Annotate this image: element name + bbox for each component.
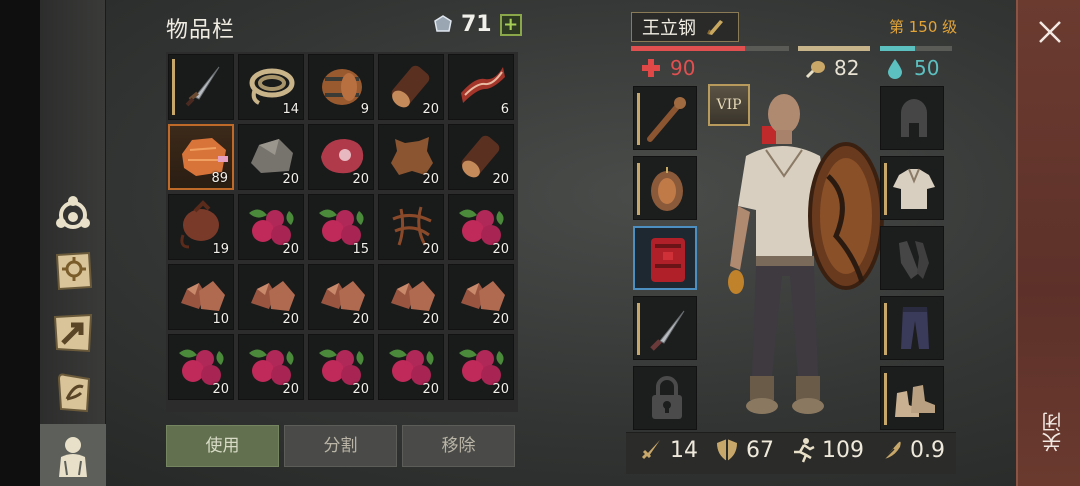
- food-bar: [798, 46, 870, 51]
- water-drop-icon: [888, 59, 902, 79]
- screen-edge: [0, 0, 40, 486]
- food-value: 82: [834, 56, 860, 80]
- equip-slot-legs[interactable]: [880, 296, 944, 360]
- recipes-book-icon[interactable]: [48, 246, 98, 296]
- inventory-slot[interactable]: 20: [308, 124, 374, 190]
- speed-stat: 109: [790, 437, 864, 463]
- inventory-slot[interactable]: 20: [308, 264, 374, 330]
- inventory-slot[interactable]: 20: [238, 194, 304, 260]
- amulet-icon: [651, 167, 683, 211]
- food-drumstick-icon: [805, 61, 825, 79]
- inventory-slot[interactable]: 14: [238, 54, 304, 120]
- defense-stat: 67: [714, 437, 774, 463]
- club-icon: [647, 97, 686, 142]
- equip-slot-offhand[interactable]: [633, 296, 697, 360]
- currency-display: 71 +: [433, 12, 522, 37]
- defense-shield-icon: [717, 439, 737, 461]
- inventory-slot[interactable]: 20: [448, 334, 514, 400]
- attack-stat: 14: [638, 437, 698, 463]
- inventory-slot[interactable]: 20: [238, 334, 304, 400]
- inventory-title: 物品栏: [166, 18, 236, 43]
- equip-slot-amulet[interactable]: [633, 156, 697, 220]
- inventory-slot[interactable]: 15: [308, 194, 374, 260]
- pants-icon: [901, 307, 929, 349]
- inventory-slot[interactable]: [168, 54, 234, 120]
- edit-name-icon[interactable]: [704, 16, 726, 38]
- weight-stat: 0.9: [878, 437, 945, 463]
- quest-scroll-icon[interactable]: [48, 368, 98, 418]
- inventory-slot[interactable]: 20: [378, 124, 444, 190]
- equip-slot-gloves[interactable]: [880, 226, 944, 290]
- food-stat: 82: [804, 56, 859, 80]
- equip-slot-backpack[interactable]: [633, 226, 697, 290]
- player-name: 王立钢: [642, 18, 696, 39]
- equip-slot-chest[interactable]: [880, 156, 944, 220]
- side-menu: [40, 0, 106, 486]
- player-name-box[interactable]: 王立钢: [631, 12, 739, 42]
- inventory-screen: 物品栏 71 + 14 9 20 6 89 20 20 20 20 19 20 …: [0, 0, 1080, 486]
- character-icon[interactable]: [40, 424, 106, 486]
- player-level: 第 150 级: [889, 18, 958, 36]
- inventory-slot[interactable]: 10: [168, 264, 234, 330]
- equip-slot-boots[interactable]: [880, 366, 944, 430]
- equip-slot-weapon[interactable]: [633, 86, 697, 150]
- backpack-icon: [651, 238, 685, 282]
- inventory-slot[interactable]: 9: [308, 54, 374, 120]
- inventory-slot[interactable]: 20: [448, 124, 514, 190]
- dagger-icon: [650, 310, 685, 351]
- boots-icon: [895, 385, 935, 417]
- use-button[interactable]: 使用: [166, 425, 279, 467]
- gem-icon: [434, 14, 452, 32]
- water-value: 50: [914, 56, 940, 80]
- inventory-slot[interactable]: 19: [168, 194, 234, 260]
- character-model: [728, 94, 884, 414]
- water-bar: [880, 46, 952, 51]
- health-stat: 90: [640, 56, 695, 80]
- inventory-slot[interactable]: 20: [168, 334, 234, 400]
- equip-slot-locked: [633, 366, 697, 430]
- inventory-grid: 14 9 20 6 89 20 20 20 20 19 20 15 20 20 …: [166, 52, 518, 412]
- inventory-slot[interactable]: 20: [378, 54, 444, 120]
- inventory-slot[interactable]: 20: [238, 264, 304, 330]
- gloves-icon: [899, 241, 929, 279]
- inventory-slot-selected[interactable]: 89: [168, 124, 234, 190]
- inventory-slot[interactable]: 6: [448, 54, 514, 120]
- health-cross-icon: [642, 59, 660, 77]
- inventory-slot[interactable]: 20: [378, 334, 444, 400]
- split-button[interactable]: 分割: [284, 425, 397, 467]
- equip-slot-helmet[interactable]: [880, 86, 944, 150]
- close-label: 关闭: [1041, 412, 1065, 452]
- inventory-slot[interactable]: 20: [238, 124, 304, 190]
- inventory-slot[interactable]: 20: [448, 264, 514, 330]
- health-value: 90: [670, 56, 696, 80]
- dagger-icon: [185, 66, 220, 107]
- map-icon[interactable]: [48, 308, 98, 358]
- crafting-icon[interactable]: [48, 190, 98, 240]
- weight-feather-icon: [881, 441, 901, 462]
- shirt-icon: [893, 168, 935, 209]
- water-stat: 50: [884, 56, 939, 80]
- close-panel[interactable]: 关闭: [1016, 0, 1080, 486]
- inventory-slot[interactable]: 20: [378, 194, 444, 260]
- lock-icon: [652, 376, 682, 419]
- close-icon[interactable]: [1036, 18, 1064, 46]
- attack-sword-icon: [641, 440, 660, 460]
- remove-button[interactable]: 移除: [402, 425, 515, 467]
- inventory-slot[interactable]: 20: [308, 334, 374, 400]
- inventory-slot[interactable]: 20: [378, 264, 444, 330]
- inventory-slot[interactable]: 20: [448, 194, 514, 260]
- currency-value: 71: [461, 12, 492, 37]
- helmet-icon: [901, 99, 927, 137]
- speed-runner-icon: [794, 438, 815, 463]
- add-currency-button[interactable]: +: [499, 13, 522, 36]
- health-bar: [631, 46, 789, 51]
